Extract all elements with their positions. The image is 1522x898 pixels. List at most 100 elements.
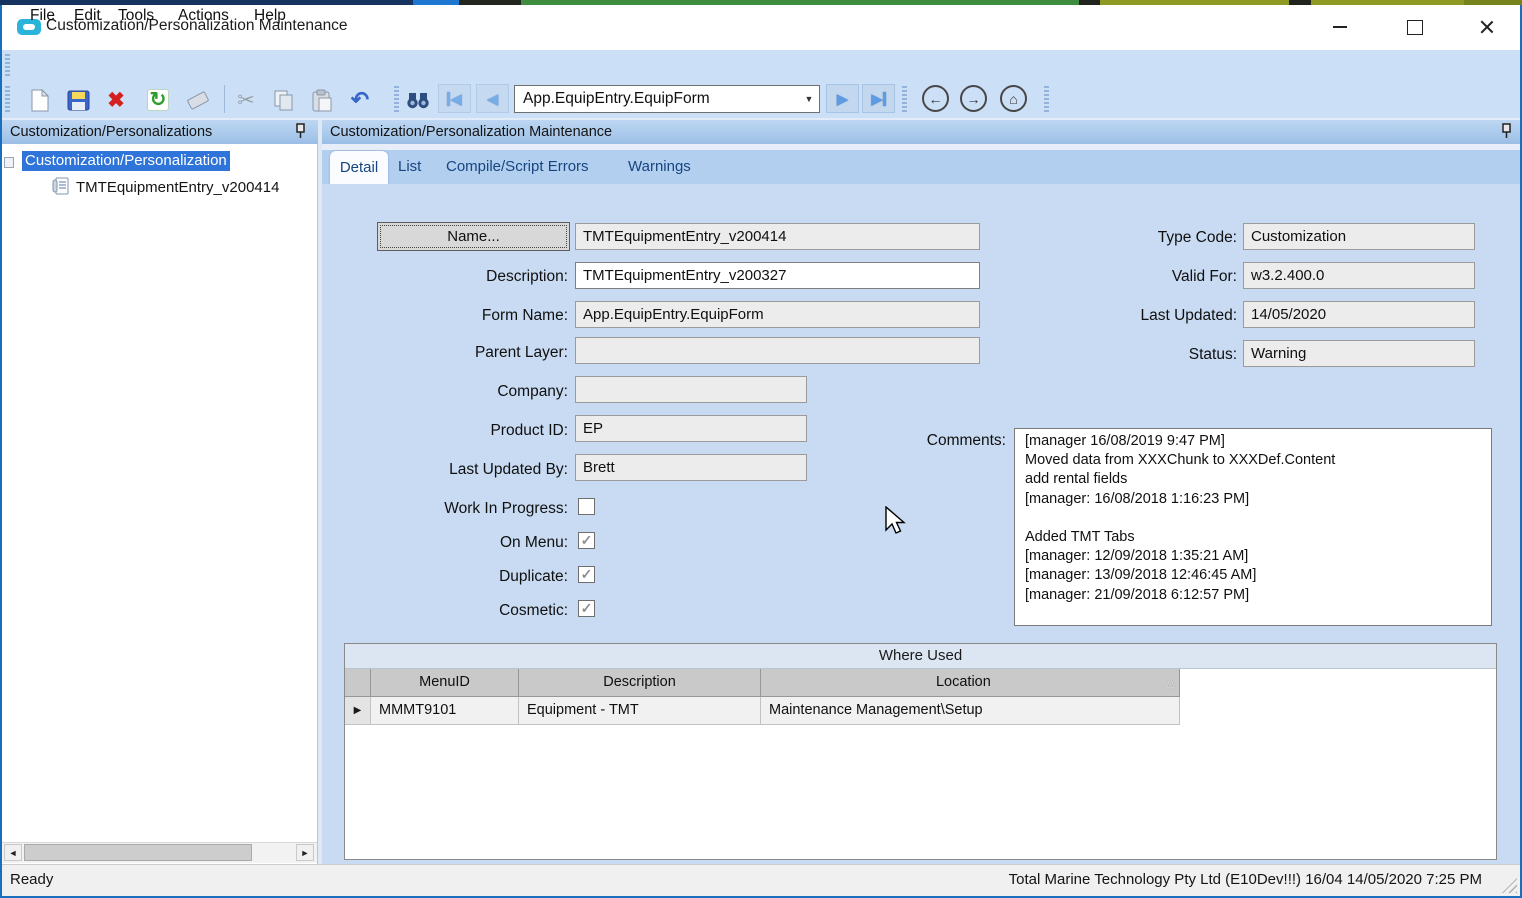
mouse-cursor — [884, 506, 908, 536]
menu-bar — [2, 50, 1520, 81]
main-panel-title: Customization/Personalization Maintenanc… — [322, 124, 612, 140]
last-updated-by-field: Brett — [575, 454, 807, 481]
new-button[interactable] — [26, 86, 54, 114]
first-record-button[interactable]: ◀ — [438, 84, 471, 113]
cosmetic-label: Cosmetic: — [330, 602, 568, 620]
close-icon — [1479, 19, 1495, 35]
menu-tools[interactable]: Tools — [112, 5, 160, 27]
maximize-button[interactable] — [1400, 14, 1430, 40]
valid-for-field: w3.2.400.0 — [1243, 262, 1475, 289]
product-id-label: Product ID: — [330, 422, 568, 440]
type-code-label: Type Code: — [1050, 229, 1237, 247]
last-updated-field: 14/05/2020 — [1243, 301, 1475, 328]
home-button[interactable]: ⌂ — [1000, 85, 1027, 112]
menu-grip[interactable] — [5, 54, 10, 78]
menu-help[interactable]: Help — [248, 5, 292, 27]
menu-actions[interactable]: Actions — [172, 5, 235, 27]
previous-record-button[interactable]: ◀ — [476, 84, 509, 113]
delete-icon: ✖ — [107, 90, 125, 111]
grid-header-location[interactable]: △ Location — [761, 669, 1180, 697]
grid-row-selector[interactable]: ▶ — [345, 697, 371, 725]
last-updated-label: Last Updated: — [1050, 307, 1237, 325]
form-selector-value: App.EquipEntry.EquipForm — [515, 90, 799, 108]
next-record-button[interactable]: ▶ — [826, 84, 859, 113]
last-record-icon: ▶ — [871, 90, 883, 108]
form-selector-combobox[interactable]: App.EquipEntry.EquipForm ▼ — [514, 85, 820, 113]
description-field[interactable]: TMTEquipmentEntry_v200327 — [575, 262, 980, 289]
tab-detail[interactable]: Detail — [330, 151, 388, 184]
toolbar-grip-2[interactable] — [394, 86, 399, 112]
comments-textarea[interactable]: [manager 16/08/2019 9:47 PM] Moved data … — [1014, 428, 1492, 626]
menu-edit[interactable]: Edit — [68, 5, 107, 27]
current-row-icon: ▶ — [354, 705, 362, 716]
first-record-icon: ◀ — [450, 90, 462, 108]
main-panel-pin-icon[interactable] — [1500, 123, 1513, 139]
status-field: Warning — [1243, 340, 1475, 367]
work-in-progress-label: Work In Progress: — [330, 500, 568, 518]
last-updated-by-label: Last Updated By: — [330, 461, 568, 479]
scroll-right-icon: ► — [301, 848, 310, 858]
status-ready-text: Ready — [10, 871, 53, 888]
last-record-button[interactable]: ▶ — [862, 84, 895, 113]
scroll-right-button[interactable]: ► — [296, 844, 314, 861]
clear-button[interactable] — [184, 86, 212, 114]
back-icon: ← — [929, 91, 943, 107]
grid-header-location-label: Location — [936, 674, 991, 690]
parent-layer-field — [575, 337, 980, 364]
tree-root-node[interactable]: Customization/Personalization — [22, 151, 230, 171]
toolbar-separator — [224, 85, 225, 113]
form-name-label: Form Name: — [330, 307, 568, 325]
home-icon: ⌂ — [1009, 91, 1017, 107]
next-record-icon: ▶ — [837, 90, 849, 108]
new-document-icon — [30, 89, 50, 112]
grid-selector-header — [345, 669, 371, 697]
tab-compile-script-errors[interactable]: Compile/Script Errors — [446, 158, 589, 175]
tree-panel — [2, 144, 318, 864]
grid-cell-location[interactable]: Maintenance Management\Setup — [761, 697, 1180, 725]
grid-cell-menuid[interactable]: MMMT9101 — [371, 697, 519, 725]
tree-child-node[interactable]: TMTEquipmentEntry_v200414 — [76, 179, 279, 196]
tab-warnings[interactable]: Warnings — [628, 158, 691, 175]
scroll-left-button[interactable]: ◄ — [4, 844, 22, 861]
minimize-button[interactable] — [1325, 14, 1355, 40]
maximize-icon — [1407, 20, 1423, 35]
grid-header-description[interactable]: Description — [519, 669, 761, 697]
tree-panel-pin-icon[interactable] — [294, 123, 307, 139]
duplicate-label: Duplicate: — [330, 568, 568, 586]
menu-file[interactable]: File — [24, 5, 61, 27]
toolbar-grip-3[interactable] — [902, 86, 907, 112]
scrollbar-thumb[interactable] — [24, 844, 252, 861]
tree-expand-glyph[interactable] — [4, 157, 14, 168]
type-code-field: Customization — [1243, 223, 1475, 250]
cut-button[interactable]: ✂ — [232, 86, 260, 114]
work-in-progress-checkbox[interactable]: ✓ — [578, 498, 595, 515]
clear-eraser-icon — [187, 90, 210, 109]
combo-dropdown-icon[interactable]: ▼ — [799, 94, 819, 104]
duplicate-checkbox[interactable]: ✓ — [578, 566, 595, 583]
delete-button[interactable]: ✖ — [102, 86, 130, 114]
main-panel-header: Customization/Personalization Maintenanc… — [322, 120, 1520, 144]
toolbar-grip[interactable] — [5, 86, 10, 112]
cosmetic-checkbox[interactable]: ✓ — [578, 600, 595, 617]
check-icon: ✓ — [579, 601, 594, 616]
grid-header-menuid[interactable]: MenuID — [371, 669, 519, 697]
grid-cell-description[interactable]: Equipment - TMT — [519, 697, 761, 725]
name-button[interactable]: Name... — [377, 222, 570, 251]
forward-button[interactable]: → — [960, 85, 987, 112]
undo-button[interactable]: ↶ — [346, 86, 374, 114]
search-button[interactable] — [404, 86, 432, 114]
tab-list[interactable]: List — [398, 158, 421, 175]
toolbar-grip-4[interactable] — [1044, 86, 1049, 112]
product-id-field: EP — [575, 415, 807, 442]
copy-button[interactable] — [270, 86, 298, 114]
on-menu-checkbox[interactable]: ✓ — [578, 532, 595, 549]
refresh-button[interactable]: ↻ — [144, 86, 172, 114]
comments-label: Comments: — [890, 432, 1006, 450]
forward-icon: → — [967, 91, 981, 107]
close-button[interactable] — [1472, 14, 1502, 40]
save-button[interactable] — [64, 86, 92, 114]
back-button[interactable]: ← — [922, 85, 949, 112]
paste-button[interactable] — [308, 86, 336, 114]
tree-panel-title: Customization/Personalizations — [2, 124, 212, 140]
screen: { "colors": { "window_border": "#1a6ebe"… — [0, 0, 1522, 898]
